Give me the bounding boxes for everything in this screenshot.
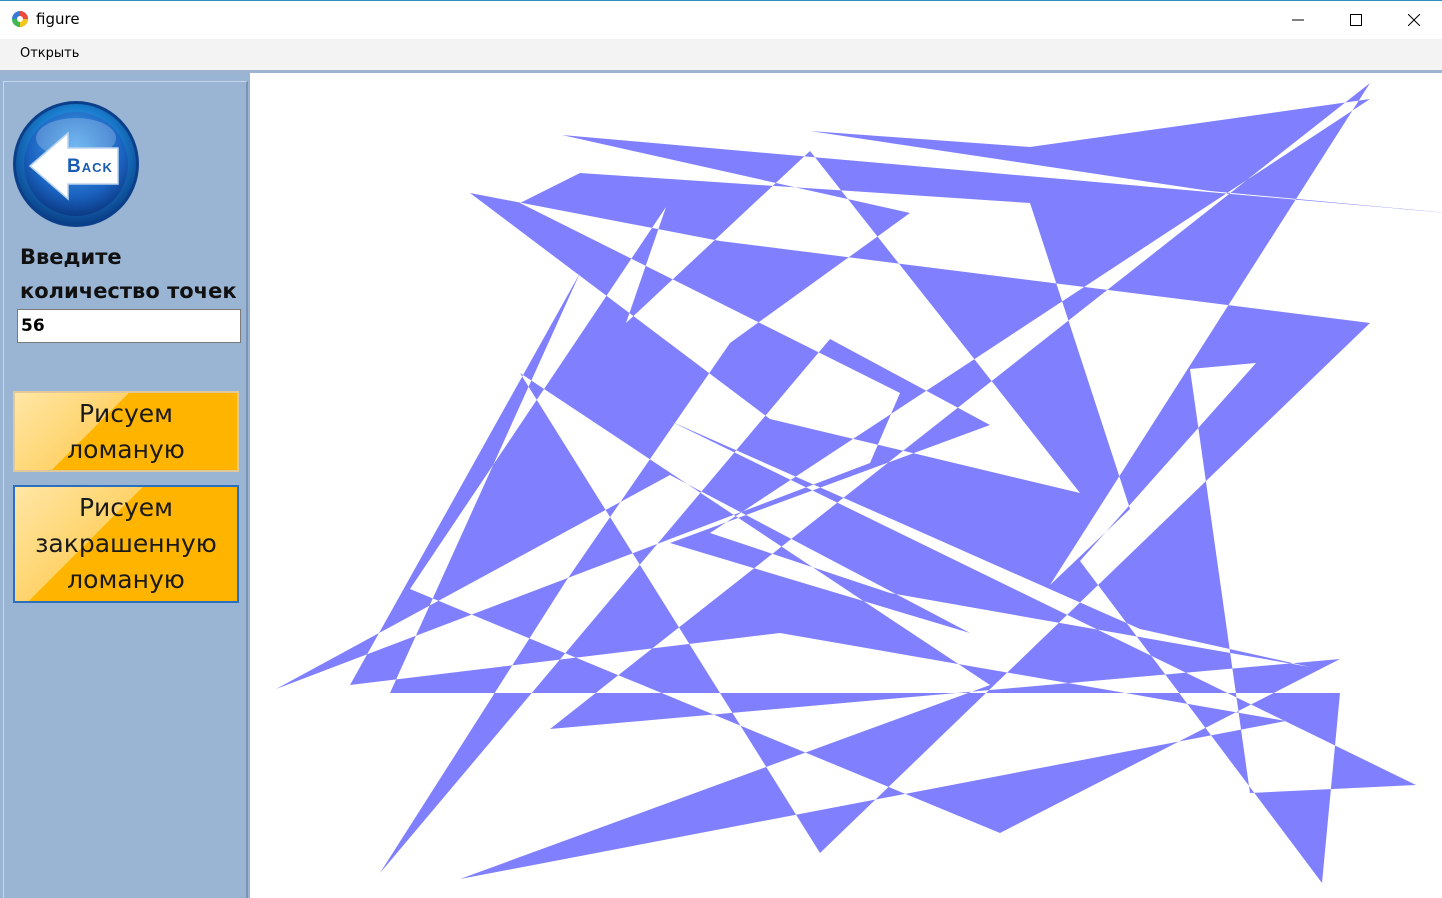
filled-polyline <box>276 83 1442 883</box>
maximize-icon <box>1350 14 1362 26</box>
close-button[interactable] <box>1385 1 1442 39</box>
draw-filled-polyline-button[interactable]: Рисуем закрашенную ломаную <box>13 485 239 603</box>
draw-filled-label-line1: Рисуем <box>78 493 174 522</box>
points-count-label: Введите количество точек <box>20 240 245 308</box>
drawing-canvas <box>250 73 1442 898</box>
points-count-label-line1: Введите <box>20 245 122 269</box>
menu-open[interactable]: Открыть <box>12 45 87 63</box>
minimize-button[interactable] <box>1269 1 1327 39</box>
title-bar: figure <box>0 0 1442 39</box>
draw-filled-label-line2: закрашенную <box>35 529 217 558</box>
back-button[interactable]: Back <box>12 100 142 230</box>
points-count-input[interactable]: 56 <box>17 309 241 343</box>
draw-polyline-label-line2: ломаную <box>67 434 185 464</box>
draw-polyline-button[interactable]: Рисуем ломаную <box>13 391 239 472</box>
back-button-label: Back <box>67 156 113 177</box>
points-count-label-line2: количество точек <box>20 279 237 303</box>
maximize-button[interactable] <box>1327 1 1385 39</box>
app-icon <box>12 11 28 27</box>
draw-filled-label-line3: ломаную <box>67 565 185 594</box>
menu-bar: Открыть <box>0 39 1442 70</box>
window-title: figure <box>36 10 80 28</box>
minimize-icon <box>1292 19 1304 21</box>
close-icon <box>1408 14 1420 26</box>
draw-polyline-label-line1: Рисуем <box>78 398 174 428</box>
